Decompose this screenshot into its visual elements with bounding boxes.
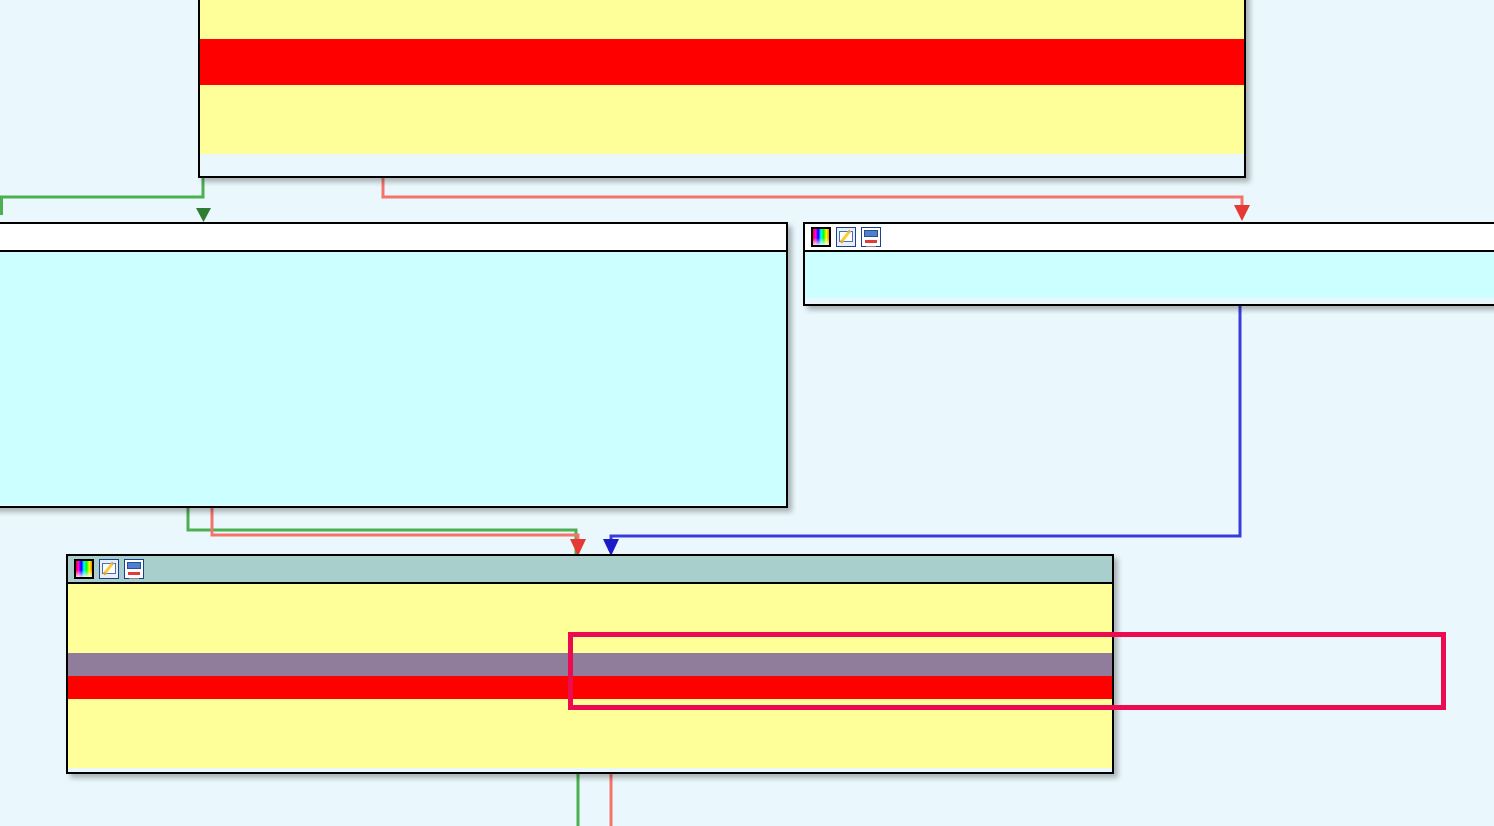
disasm-line-label[interactable]: taBlock+430 loc_FFFFF80516D6F8E8: xyxy=(0,275,786,319)
disasm-line[interactable]: taBlock+443 mov ebx, eax xyxy=(0,413,786,457)
disasm-line[interactable]: CClfsBaseFilePersisted::ExtendMetadataBl… xyxy=(200,108,1244,152)
graph-node-icon[interactable] xyxy=(124,559,144,579)
disasm-line-label[interactable]: CClfsBaseFilePersisted::ExtendMetadataBl… xyxy=(68,607,1112,651)
disasm-line[interactable]: taBlock+43E call CClfsBaseFilePersisted:… xyxy=(0,390,786,434)
node-bottom-body: CClfsBaseFilePersisted::ExtendMetadataBl… xyxy=(68,584,1112,768)
disasm-line[interactable]: CClfsBaseFilePersisted::ExtendMetadataBl… xyxy=(200,85,1244,129)
disasm-line[interactable]: CClfsBaseFilePersisted::ExtendMetadataBl… xyxy=(200,0,1244,37)
disasm-line[interactable]: CClfsBaseFilePersisted::ExtendMetadataBl… xyxy=(68,722,1112,766)
palette-icon[interactable] xyxy=(74,559,94,579)
disasm-line-breakpoint[interactable]: CClfsBaseFilePersisted::ExtendMetadataBl… xyxy=(68,676,1112,720)
disasm-line[interactable]: CClfsBaseFilePersisted::ExtendMetadataBl… xyxy=(805,275,1494,298)
disasm-line[interactable]: CClfsBaseFilePersisted::ExtendMetadataBl… xyxy=(68,630,1112,674)
graph-node-bottom[interactable]: CClfsBaseFilePersisted::ExtendMetadataBl… xyxy=(66,554,1114,774)
node-left-body: taBlock+430 taBlock+430 loc_FFFFF80516D6… xyxy=(0,252,786,505)
disasm-line[interactable]: taBlock+430 dec ax xyxy=(0,298,786,342)
disasm-line[interactable]: taBlock+449 test eax, eax xyxy=(0,459,786,503)
disasm-line[interactable]: taBlock+430 xyxy=(0,252,786,296)
disasm-line-breakpoint[interactable]: CClfsBaseFilePersisted::ExtendMetadataBl… xyxy=(200,39,1244,83)
disasm-line[interactable]: CClfsBaseFilePersisted::ExtendMetadataBl… xyxy=(68,745,1112,768)
palette-icon[interactable] xyxy=(811,227,831,247)
graph-node-right[interactable]: CClfsBaseFilePersisted::ExtendMetadataBl… xyxy=(803,222,1494,306)
disasm-line[interactable]: taBlock+43B mov rcx, rdi ; this xyxy=(0,367,786,411)
disasm-line[interactable]: taBlock+44B js short loc_FFFFF80516D6F91… xyxy=(0,482,786,505)
node-right-toolbar[interactable] xyxy=(805,224,1494,252)
disasm-line[interactable]: CClfsBaseFilePersisted::ExtendMetadataBl… xyxy=(68,584,1112,628)
graph-node-top[interactable]: CClfsBaseFilePersisted::ExtendMetadataBl… xyxy=(198,0,1246,178)
node-bottom-toolbar[interactable] xyxy=(68,556,1112,584)
edit-node-icon[interactable] xyxy=(836,227,856,247)
node-left-toolbar[interactable] xyxy=(0,224,786,252)
disasm-line[interactable]: CClfsBaseFilePersisted::ExtendMetadataBl… xyxy=(200,131,1244,154)
disasm-line[interactable]: CClfsBaseFilePersisted::ExtendMetadataBl… xyxy=(200,16,1244,60)
disasm-line[interactable]: taBlock+436 mov rdx, [rsp+0B8h+var_78] ;… xyxy=(0,344,786,388)
graph-node-left[interactable]: taBlock+430 taBlock+430 loc_FFFFF80516D6… xyxy=(0,222,788,508)
node-right-body: CClfsBaseFilePersisted::ExtendMetadataBl… xyxy=(805,252,1494,298)
disasm-line-breakpoint[interactable]: CClfsBaseFilePersisted::ExtendMetadataBl… xyxy=(200,62,1244,106)
disasm-line[interactable]: taBlock+445 mov [rsp+0B8h+var_84], eax xyxy=(0,436,786,480)
graph-canvas[interactable]: CClfsBaseFilePersisted::ExtendMetadataBl… xyxy=(0,0,1494,826)
disasm-line[interactable]: CClfsBaseFilePersisted::ExtendMetadataBl… xyxy=(805,252,1494,296)
disasm-line-current[interactable]: CClfsBaseFilePersisted::ExtendMetadataBl… xyxy=(68,653,1112,697)
disasm-line[interactable]: taBlock+433 mov [rbx], ax xyxy=(0,321,786,365)
disasm-line[interactable]: CClfsBaseFilePersisted::ExtendMetadataBl… xyxy=(68,699,1112,743)
edit-node-icon[interactable] xyxy=(99,559,119,579)
node-top-body: CClfsBaseFilePersisted::ExtendMetadataBl… xyxy=(200,0,1244,154)
graph-node-icon[interactable] xyxy=(861,227,881,247)
